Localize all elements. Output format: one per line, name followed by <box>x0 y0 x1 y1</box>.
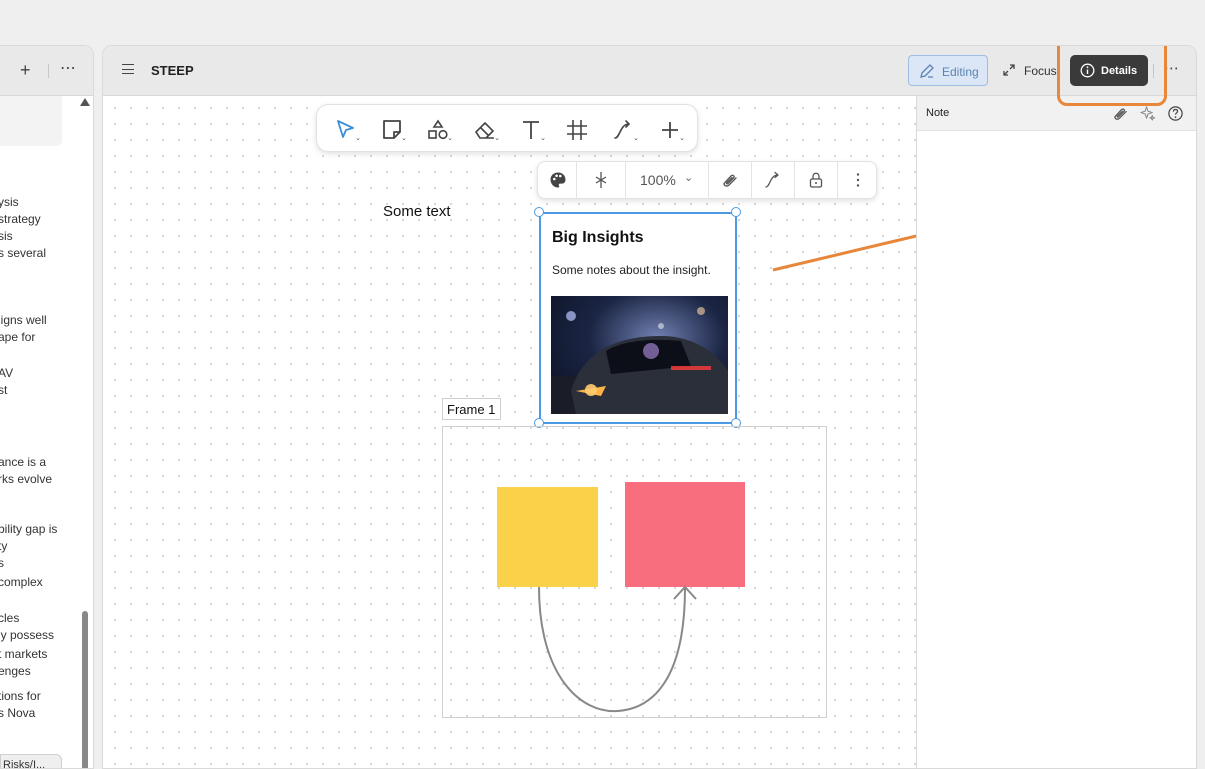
left-sidebar-header: + ⋯ <box>0 46 93 96</box>
zoom-level: 100% <box>640 172 676 188</box>
whiteboard-canvas[interactable]: ⌄ ⌄ ⌄ ⌄ ⌄ ⌄ ⌄ 100% ⌄ Some text Big Insig… <box>103 96 916 768</box>
list-text: s Nova <box>0 706 36 720</box>
board-window: STEEP Editing Focus Details ⋯ ⌄ ⌄ ⌄ ⌄ ⌄ … <box>102 45 1197 769</box>
list-text: rks evolve <box>0 472 53 486</box>
expand-icon <box>1003 64 1015 76</box>
list-text: strategy <box>0 212 41 226</box>
more-vertical-icon <box>856 173 860 187</box>
focus-label: Focus <box>1024 64 1057 78</box>
chevron-down-icon: ⌄ <box>684 172 694 184</box>
text-tool-button[interactable]: ⌄ <box>516 115 546 143</box>
help-icon[interactable] <box>1167 105 1184 122</box>
list-text: sis <box>0 229 13 243</box>
car-at-night-image <box>551 307 728 414</box>
frame-tool-button[interactable] <box>562 115 592 143</box>
list-text: t markets <box>0 647 48 661</box>
lock-icon <box>809 172 823 188</box>
attach-button[interactable] <box>709 162 751 198</box>
list-text: ly possess <box>0 628 55 642</box>
divider <box>48 64 49 78</box>
list-text: enges <box>0 664 31 678</box>
context-toolbar: 100% ⌄ <box>537 161 877 199</box>
list-text: s several <box>0 246 47 260</box>
chevron-down-icon: ⌄ <box>355 135 361 142</box>
card-title: Big Insights <box>552 229 644 246</box>
annotation-arrow <box>772 234 916 272</box>
left-sidebar: + ⋯ ysis strategy sis s several ligns we… <box>0 45 94 769</box>
editing-button[interactable]: Editing <box>908 55 988 86</box>
list-text: cles <box>0 611 20 625</box>
details-panel: Note <box>916 96 1196 768</box>
chevron-down-icon: ⌄ <box>633 135 639 142</box>
list-text: tions for <box>0 689 41 703</box>
list-text: ligns well <box>0 313 47 327</box>
palette-icon <box>550 172 566 188</box>
chevron-down-icon: ⌄ <box>447 135 453 142</box>
list-text: ty <box>0 539 8 553</box>
tag-chip[interactable]: Risks/I... <box>0 754 62 768</box>
chevron-down-icon: ⌄ <box>494 135 500 142</box>
resize-handle[interactable] <box>534 207 544 217</box>
details-panel-title: Note <box>926 107 950 119</box>
red-sticky-note[interactable] <box>625 482 745 587</box>
hamburger-menu-icon[interactable] <box>122 64 134 74</box>
paperclip-icon <box>723 174 737 187</box>
canvas-text[interactable]: Some text <box>383 203 451 220</box>
list-text: ysis <box>0 195 19 209</box>
card-image <box>551 296 728 414</box>
connector-tool-button[interactable]: ⌄ <box>609 115 639 143</box>
frame-label[interactable]: Frame 1 <box>442 398 502 420</box>
list-text: bility gap is <box>0 522 58 536</box>
more-options-button[interactable] <box>838 162 876 198</box>
scroll-up-icon[interactable] <box>80 98 90 106</box>
list-text: AV <box>0 366 14 380</box>
insight-card[interactable]: Big Insights Some notes about the insigh… <box>539 212 737 424</box>
list-text: complex <box>0 575 43 589</box>
chevron-down-icon: ⌄ <box>679 135 685 142</box>
page-title: STEEP <box>151 63 194 78</box>
chevron-down-icon: ⌄ <box>401 135 407 142</box>
scrollbar-thumb[interactable] <box>82 611 88 768</box>
align-center-icon <box>595 172 607 188</box>
sparkle-icon[interactable] <box>1139 105 1156 122</box>
card-body: Some notes about the insight. <box>552 263 711 277</box>
board-header: STEEP Editing Focus Details ⋯ <box>103 46 1196 96</box>
focus-button[interactable]: Focus <box>1000 55 1060 86</box>
add-tool-button[interactable]: ⌄ <box>655 115 685 143</box>
align-button[interactable] <box>577 162 625 198</box>
zoom-dropdown[interactable]: 100% ⌄ <box>626 162 708 198</box>
lock-button[interactable] <box>795 162 837 198</box>
yellow-sticky-note[interactable] <box>497 487 598 587</box>
note-tool-button[interactable]: ⌄ <box>377 115 407 143</box>
plus-icon[interactable]: + <box>20 60 31 81</box>
chevron-down-icon: ⌄ <box>540 135 546 142</box>
connect-button[interactable] <box>752 162 794 198</box>
resize-handle[interactable] <box>731 207 741 217</box>
shapes-tool-button[interactable]: ⌄ <box>423 115 453 143</box>
selected-list-item[interactable] <box>0 96 62 146</box>
creation-toolbar: ⌄ ⌄ ⌄ ⌄ ⌄ ⌄ ⌄ <box>316 104 698 152</box>
list-text: st <box>0 383 8 397</box>
connector-icon <box>765 171 780 188</box>
annotation-highlight <box>1057 46 1167 106</box>
paperclip-icon[interactable] <box>1112 105 1129 122</box>
color-button[interactable] <box>538 162 576 198</box>
pencil-icon <box>920 64 934 78</box>
list-text: ance is a <box>0 455 47 469</box>
frame-icon <box>567 120 587 140</box>
editing-label: Editing <box>942 65 979 79</box>
eraser-tool-button[interactable]: ⌄ <box>470 115 500 143</box>
list-text: ape for <box>0 330 36 344</box>
list-text: s <box>0 556 4 570</box>
more-horizontal-icon[interactable]: ⋯ <box>60 58 77 78</box>
select-tool-button[interactable]: ⌄ <box>331 115 361 143</box>
